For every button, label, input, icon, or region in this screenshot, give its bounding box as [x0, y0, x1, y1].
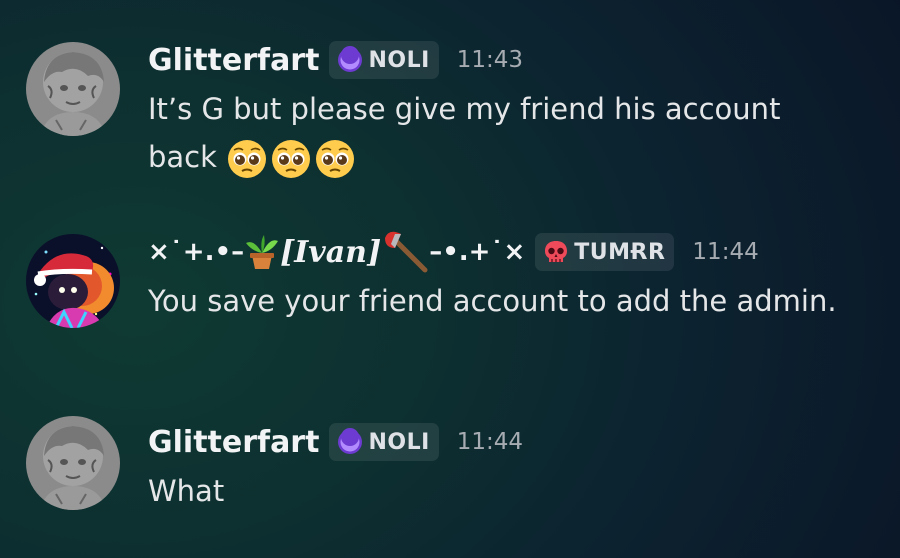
avatar[interactable] — [26, 234, 120, 328]
message-header: Glitterfart NOLI 11:44 — [148, 422, 523, 462]
message-content: You save your friend account to add the … — [148, 277, 848, 325]
potted-plant-icon — [246, 235, 279, 269]
guild-tag-label: TUMɌR — [574, 239, 666, 265]
chat-messages: Glitterfart NOLI 11:43 It’s G but please… — [0, 0, 900, 558]
message-text: What — [148, 474, 225, 508]
username-prefix[interactable]: ×˙+.•– — [148, 237, 244, 267]
message-content: It’s G but please give my friend his acc… — [148, 85, 848, 181]
guild-tag-label: NOLI — [368, 429, 430, 455]
guild-tag[interactable]: NOLI — [329, 41, 439, 79]
guild-tag[interactable]: TUMɌR — [535, 233, 675, 271]
avatar[interactable] — [26, 416, 120, 510]
message-text: You save your friend account to add the … — [148, 284, 837, 318]
username[interactable]: Glitterfart — [148, 425, 319, 460]
timestamp[interactable]: 11:44 — [457, 429, 523, 455]
avatar[interactable] — [26, 42, 120, 136]
pleading-face-icon[interactable] — [227, 139, 267, 179]
purple-crescent-icon — [338, 46, 363, 72]
red-skull-icon — [545, 241, 568, 262]
timestamp[interactable]: 11:43 — [457, 47, 523, 73]
pleading-face-icon[interactable] — [315, 139, 355, 179]
pleading-face-icon[interactable] — [271, 139, 311, 179]
username[interactable]: Glitterfart — [148, 43, 319, 78]
username-suffix[interactable]: –•.+˙× — [429, 237, 525, 267]
purple-crescent-icon — [338, 428, 363, 454]
timestamp[interactable]: 11:44 — [692, 239, 758, 265]
emoji-group — [227, 139, 355, 179]
axe-icon — [385, 231, 428, 273]
username[interactable]: [Ivan] — [280, 235, 381, 270]
guild-tag[interactable]: NOLI — [329, 423, 439, 461]
message-header: Glitterfart NOLI 11:43 — [148, 40, 523, 80]
message-header: ×˙+.•– [Ivan] –•.+˙× TUMɌR 11:44 — [148, 231, 759, 273]
message-content: What — [148, 467, 848, 515]
guild-tag-label: NOLI — [368, 47, 430, 73]
